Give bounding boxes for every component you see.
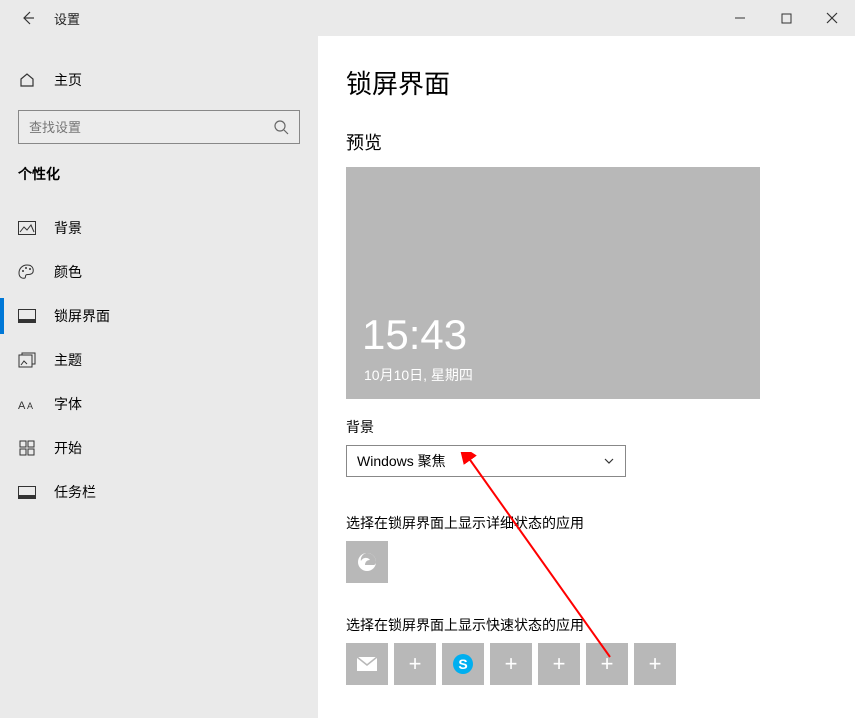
detailed-app-tile[interactable] bbox=[346, 541, 388, 583]
content: 锁屏界面 预览 15:43 10月10日, 星期四 背景 Windows 聚焦 … bbox=[318, 36, 855, 718]
background-dropdown[interactable]: Windows 聚焦 bbox=[346, 445, 626, 477]
titlebar: 设置 bbox=[0, 0, 855, 36]
preview-label: 预览 bbox=[346, 129, 827, 155]
skype-icon: S bbox=[451, 652, 475, 676]
sidebar-item-fonts[interactable]: AA 字体 bbox=[0, 382, 318, 426]
svg-text:A: A bbox=[18, 400, 26, 411]
picture-icon bbox=[18, 219, 36, 237]
sidebar-item-label: 任务栏 bbox=[54, 482, 96, 502]
search-field[interactable] bbox=[29, 120, 273, 135]
quick-app-mail[interactable] bbox=[346, 643, 388, 685]
sidebar-item-lockscreen[interactable]: 锁屏界面 bbox=[0, 294, 318, 338]
window-title: 设置 bbox=[54, 9, 80, 28]
detailed-status-row bbox=[346, 541, 827, 583]
quick-status-row: + S + + + + bbox=[346, 643, 827, 685]
start-icon bbox=[18, 439, 36, 457]
plus-icon: + bbox=[601, 651, 614, 677]
svg-text:A: A bbox=[27, 401, 33, 411]
chevron-down-icon bbox=[603, 455, 615, 467]
sidebar-item-label: 颜色 bbox=[54, 262, 82, 282]
minimize-button[interactable] bbox=[717, 0, 763, 36]
sidebar-item-label: 锁屏界面 bbox=[54, 306, 110, 326]
home-link[interactable]: 主页 bbox=[0, 64, 318, 96]
quick-app-skype[interactable]: S bbox=[442, 643, 484, 685]
search-input[interactable] bbox=[18, 110, 300, 144]
palette-icon bbox=[18, 263, 36, 281]
window-controls bbox=[717, 0, 855, 36]
sidebar-item-label: 主题 bbox=[54, 350, 82, 370]
plus-icon: + bbox=[553, 651, 566, 677]
search-icon bbox=[273, 119, 289, 135]
home-icon bbox=[18, 71, 36, 89]
preview-date: 10月10日, 星期四 bbox=[364, 365, 473, 385]
theme-icon bbox=[18, 351, 36, 369]
plus-icon: + bbox=[649, 651, 662, 677]
dropdown-value: Windows 聚焦 bbox=[357, 451, 603, 471]
home-label: 主页 bbox=[54, 70, 82, 90]
main-container: 主页 个性化 背景 颜色 锁屏界面 主题 AA 字体 开始 bbox=[0, 36, 855, 718]
quick-app-add-3[interactable]: + bbox=[538, 643, 580, 685]
titlebar-left: 设置 bbox=[0, 8, 80, 28]
quick-app-add-1[interactable]: + bbox=[394, 643, 436, 685]
plus-icon: + bbox=[409, 651, 422, 677]
sidebar: 主页 个性化 背景 颜色 锁屏界面 主题 AA 字体 开始 bbox=[0, 36, 318, 718]
quick-app-add-2[interactable]: + bbox=[490, 643, 532, 685]
close-button[interactable] bbox=[809, 0, 855, 36]
detailed-status-label: 选择在锁屏界面上显示详细状态的应用 bbox=[346, 513, 827, 533]
background-label: 背景 bbox=[346, 417, 827, 437]
close-icon bbox=[826, 12, 838, 24]
sidebar-item-start[interactable]: 开始 bbox=[0, 426, 318, 470]
font-icon: AA bbox=[18, 395, 36, 413]
lockscreen-preview: 15:43 10月10日, 星期四 bbox=[346, 167, 760, 399]
maximize-button[interactable] bbox=[763, 0, 809, 36]
sidebar-item-taskbar[interactable]: 任务栏 bbox=[0, 470, 318, 514]
sidebar-item-colors[interactable]: 颜色 bbox=[0, 250, 318, 294]
minimize-icon bbox=[734, 12, 746, 24]
sidebar-item-themes[interactable]: 主题 bbox=[0, 338, 318, 382]
arrow-left-icon bbox=[20, 10, 36, 26]
sidebar-item-background[interactable]: 背景 bbox=[0, 206, 318, 250]
svg-text:S: S bbox=[458, 656, 467, 672]
plus-icon: + bbox=[505, 651, 518, 677]
lockscreen-icon bbox=[18, 307, 36, 325]
sidebar-item-label: 字体 bbox=[54, 394, 82, 414]
page-title: 锁屏界面 bbox=[346, 64, 827, 101]
sidebar-item-label: 背景 bbox=[54, 218, 82, 238]
back-button[interactable] bbox=[18, 8, 38, 28]
edge-icon bbox=[355, 550, 379, 574]
mail-icon bbox=[356, 656, 378, 672]
sidebar-item-label: 开始 bbox=[54, 438, 82, 458]
preview-time: 15:43 bbox=[362, 311, 467, 359]
maximize-icon bbox=[781, 13, 792, 24]
quick-app-add-4[interactable]: + bbox=[586, 643, 628, 685]
quick-app-add-5[interactable]: + bbox=[634, 643, 676, 685]
taskbar-icon bbox=[18, 483, 36, 501]
quick-status-label: 选择在锁屏界面上显示快速状态的应用 bbox=[346, 615, 827, 635]
category-title: 个性化 bbox=[0, 164, 318, 184]
